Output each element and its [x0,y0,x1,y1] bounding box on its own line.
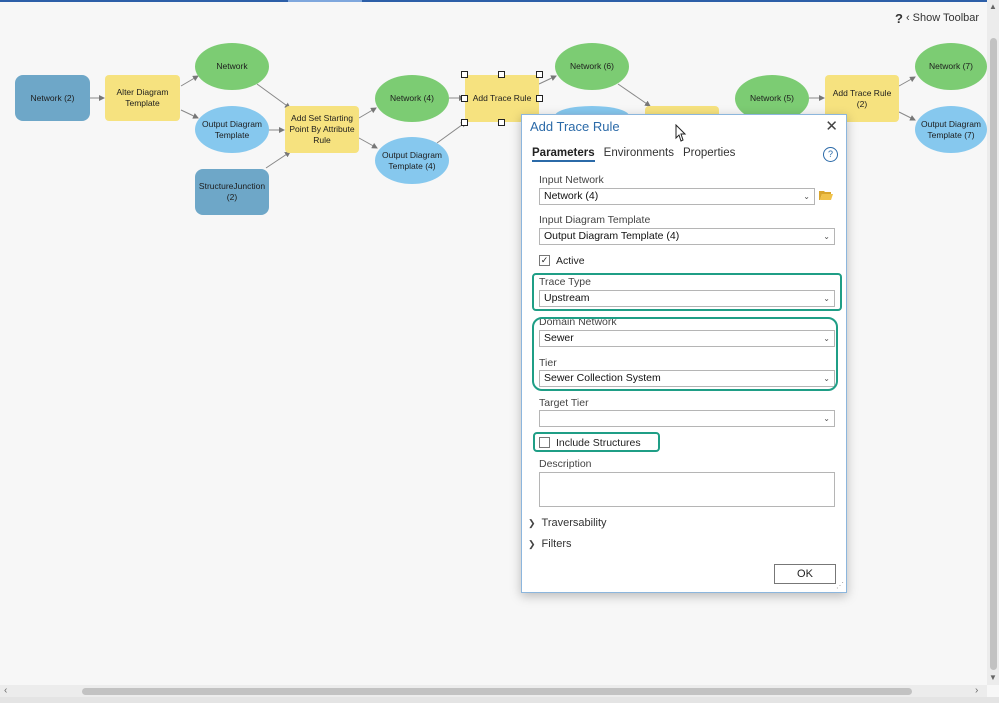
dialog-title: Add Trace Rule [530,119,620,134]
node-label: Network [216,61,248,71]
node-label: Add Trace Rule (2) [832,87,892,109]
show-toolbar-label: Show Toolbar [912,12,980,24]
node-alter-diagram-template[interactable]: Alter Diagram Template [105,75,180,121]
tab-parameters[interactable]: Parameters [532,147,595,162]
mouse-cursor-icon [675,124,687,142]
traversability-label: Traversability [541,517,607,529]
active-checkbox[interactable]: ✓ [539,255,550,266]
connector [617,83,651,107]
input-network-label: Input Network [539,174,604,186]
highlight-trace-type [532,273,842,311]
node-label: StructureJunction (2) [198,181,266,202]
scroll-left-icon[interactable]: ‹ [4,685,7,696]
traversability-expander[interactable]: ❯ Traversability [528,517,607,529]
node-label: Network (7) [929,61,973,71]
node-label: Network (2) [30,92,75,103]
input-template-value: Output Diagram Template (4) [544,230,680,242]
node-output-diagram-template-7[interactable]: Output Diagram Template (7) [915,106,987,153]
ok-button[interactable]: OK [774,564,836,584]
status-strip [0,697,999,703]
target-tier-label: Target Tier [539,397,589,409]
filters-label: Filters [541,538,572,550]
node-label: Output Diagram Template [202,118,262,140]
node-label: Add Set Starting Point By Attribute Rule [289,113,355,145]
dialog-tabs: Parameters Environments Properties [532,147,735,162]
selection-handle[interactable] [461,119,468,126]
chevron-down-icon: ⌄ [823,232,830,241]
highlight-include-structures [533,432,660,452]
connector [358,107,377,119]
node-label: Network (5) [750,93,794,103]
connector [358,137,378,149]
horizontal-scroll-thumb[interactable] [82,688,912,695]
selection-handle[interactable] [498,119,505,126]
vertical-scrollbar[interactable]: ▲ ▼ [987,0,999,685]
node-add-set-starting-point[interactable]: Add Set Starting Point By Attribute Rule [285,106,359,153]
highlight-domain-tier [532,317,838,391]
filters-expander[interactable]: ❯ Filters [528,538,572,550]
connector [898,76,916,87]
scroll-down-icon[interactable]: ▼ [989,673,997,682]
node-label: Output Diagram Template (7) [921,118,981,140]
node-output-diagram-template-4[interactable]: Output Diagram Template (4) [375,137,449,184]
node-label: Network (4) [390,93,434,103]
input-template-label: Input Diagram Template [539,214,651,226]
folder-open-icon[interactable] [819,190,833,200]
node-network-6[interactable]: Network (6) [555,43,629,90]
scroll-right-icon[interactable]: › [975,685,978,696]
node-network[interactable]: Network [195,43,269,90]
node-label: Alter Diagram Template [116,87,169,108]
input-network-value: Network (4) [544,190,599,202]
connector [265,151,291,169]
help-icon[interactable]: ? [823,147,838,162]
node-network-2[interactable]: Network (2) [15,75,90,121]
node-label: Add Trace Rule [472,93,532,103]
connector [898,111,916,121]
selection-handle[interactable] [536,71,543,78]
node-network-7[interactable]: Network (7) [915,43,987,90]
node-label: Network (6) [570,61,614,71]
vertical-scroll-thumb[interactable] [990,38,997,670]
node-structure-junction-2[interactable]: StructureJunction (2) [195,169,269,215]
scroll-up-icon[interactable]: ▲ [989,2,997,11]
chevron-down-icon: ⌄ [823,414,830,423]
selection-handle[interactable] [536,95,543,102]
target-tier-select[interactable]: ⌄ [539,410,835,427]
input-network-select[interactable]: Network (4) ⌄ [539,188,815,205]
active-label: Active [556,255,585,267]
resize-grip-icon[interactable]: ⋰ [836,581,844,590]
input-template-select[interactable]: Output Diagram Template (4) ⌄ [539,228,835,245]
horizontal-scrollbar[interactable]: ‹ › [0,685,987,697]
connector [180,75,199,87]
description-label: Description [539,458,592,470]
show-toolbar-button[interactable]: ? ‹ Show Toolbar [895,6,987,30]
help-icon[interactable]: ? [895,11,903,26]
connector [180,109,199,119]
tab-properties[interactable]: Properties [683,147,735,162]
close-icon[interactable]: ✕ [825,117,838,135]
chevron-right-icon: ❯ [528,538,536,549]
chevron-down-icon: ⌄ [803,192,810,201]
connector [256,83,291,109]
node-network-4[interactable]: Network (4) [375,75,449,122]
chevron-right-icon: ❯ [528,517,536,528]
description-textarea[interactable] [539,472,835,507]
selection-handle[interactable] [498,71,505,78]
selection-handle[interactable] [461,71,468,78]
node-label: Output Diagram Template (4) [382,149,442,171]
node-output-diagram-template[interactable]: Output Diagram Template [195,106,269,153]
tab-environments[interactable]: Environments [604,147,674,162]
selection-handle[interactable] [461,95,468,102]
chevron-left-icon: ‹ [905,12,910,24]
